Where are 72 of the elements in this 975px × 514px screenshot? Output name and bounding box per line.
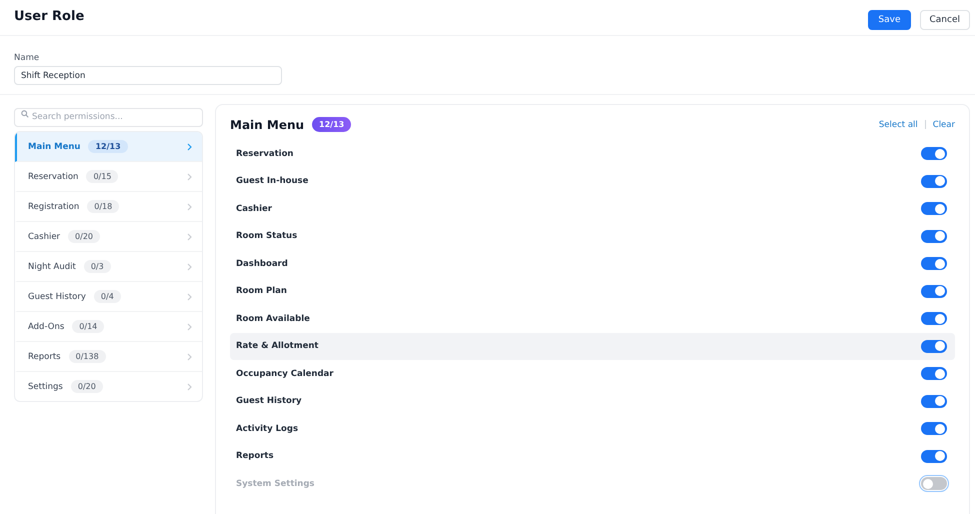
toggle-switch[interactable] xyxy=(921,312,947,326)
toggle-switch[interactable] xyxy=(921,340,947,353)
save-button[interactable]: Save xyxy=(868,10,910,30)
permission-label: Activity Logs xyxy=(236,424,298,434)
clear-link[interactable]: Clear xyxy=(932,120,955,130)
category-label: Main Menu xyxy=(28,142,80,152)
permission-label: Cashier xyxy=(236,204,272,214)
permission-label: Dashboard xyxy=(236,258,288,269)
count-badge: 0/15 xyxy=(86,170,118,183)
toggle-switch[interactable] xyxy=(921,202,947,216)
sidebar-item[interactable]: Main Menu 12/13 xyxy=(15,132,202,162)
category-label: Registration xyxy=(28,202,80,212)
page-title: User Role xyxy=(14,8,84,24)
permission-label: Guest In-house xyxy=(236,176,308,186)
permission-label: Guest History xyxy=(236,396,302,406)
chevron-icon xyxy=(187,322,192,330)
field-label: Name xyxy=(14,53,40,63)
category-label: Cashier xyxy=(28,232,60,242)
sidebar-item[interactable]: Guest History 0/4 xyxy=(15,282,202,312)
count-badge: 0/20 xyxy=(68,230,100,243)
chevron-icon xyxy=(187,172,192,180)
toggle-switch[interactable] xyxy=(921,174,947,188)
toggle-switch[interactable] xyxy=(921,284,947,298)
count-badge: 0/18 xyxy=(87,200,120,213)
count-badge: 0/138 xyxy=(68,350,106,363)
count-badge: 12/13 xyxy=(312,117,352,132)
chevron-icon xyxy=(187,262,192,270)
toggle-switch[interactable] xyxy=(921,394,947,408)
chevron-icon xyxy=(187,292,192,300)
toggle-switch[interactable] xyxy=(921,147,947,160)
permission-label: System Settings xyxy=(236,478,314,489)
count-badge: 0/3 xyxy=(84,260,111,273)
chevron-icon xyxy=(187,232,192,240)
count-badge: 0/4 xyxy=(94,290,121,303)
permission-label: Room Available xyxy=(236,314,310,324)
section-title: Main Menu xyxy=(230,118,304,132)
toggle-switch[interactable] xyxy=(921,257,947,270)
permission-label: Room Plan xyxy=(236,286,287,296)
chevron-icon xyxy=(187,142,192,150)
chevron-icon xyxy=(187,382,192,390)
permission-label: Occupancy Calendar xyxy=(236,368,334,379)
toggle-switch[interactable] xyxy=(921,367,947,380)
count-badge: 0/14 xyxy=(72,320,104,333)
category-label: Settings xyxy=(28,382,63,392)
toggle-switch[interactable] xyxy=(921,422,947,436)
category-label: Add-Ons xyxy=(28,322,64,332)
cancel-button[interactable]: Cancel xyxy=(920,10,970,30)
count-badge: 12/13 xyxy=(88,140,128,153)
permission-label: Room Status xyxy=(236,231,298,242)
sidebar-item[interactable]: Registration 0/18 xyxy=(15,192,202,222)
sidebar-item[interactable]: Add-Ons 0/14 xyxy=(15,312,202,342)
chevron-icon xyxy=(187,352,192,360)
toggle-switch[interactable] xyxy=(921,450,947,463)
sidebar-item[interactable]: Reports 0/138 xyxy=(15,342,202,372)
permission-label: Rate & Allotment xyxy=(236,341,318,352)
chevron-icon xyxy=(187,202,192,210)
permission-label: Reports xyxy=(236,451,274,462)
sidebar-item[interactable]: Settings 0/20 xyxy=(15,372,202,401)
toggle-switch[interactable] xyxy=(921,230,947,243)
category-label: Reports xyxy=(28,352,61,362)
sidebar-item[interactable]: Cashier 0/20 xyxy=(15,222,202,252)
count-badge: 0/20 xyxy=(70,380,103,393)
sidebar-item[interactable]: Night Audit 0/3 xyxy=(15,252,202,282)
category-label: Night Audit xyxy=(28,262,76,272)
search-icon xyxy=(21,110,29,118)
search-field[interactable]: Search permissions... xyxy=(14,108,203,126)
category-label: Guest History xyxy=(28,292,86,302)
name-field[interactable]: Shift Reception xyxy=(14,66,282,85)
select-all-link[interactable]: Select all xyxy=(878,120,918,130)
permission-label: Reservation xyxy=(236,148,294,159)
sidebar-item[interactable]: Reservation 0/15 xyxy=(15,162,202,192)
category-label: Reservation xyxy=(28,172,78,182)
